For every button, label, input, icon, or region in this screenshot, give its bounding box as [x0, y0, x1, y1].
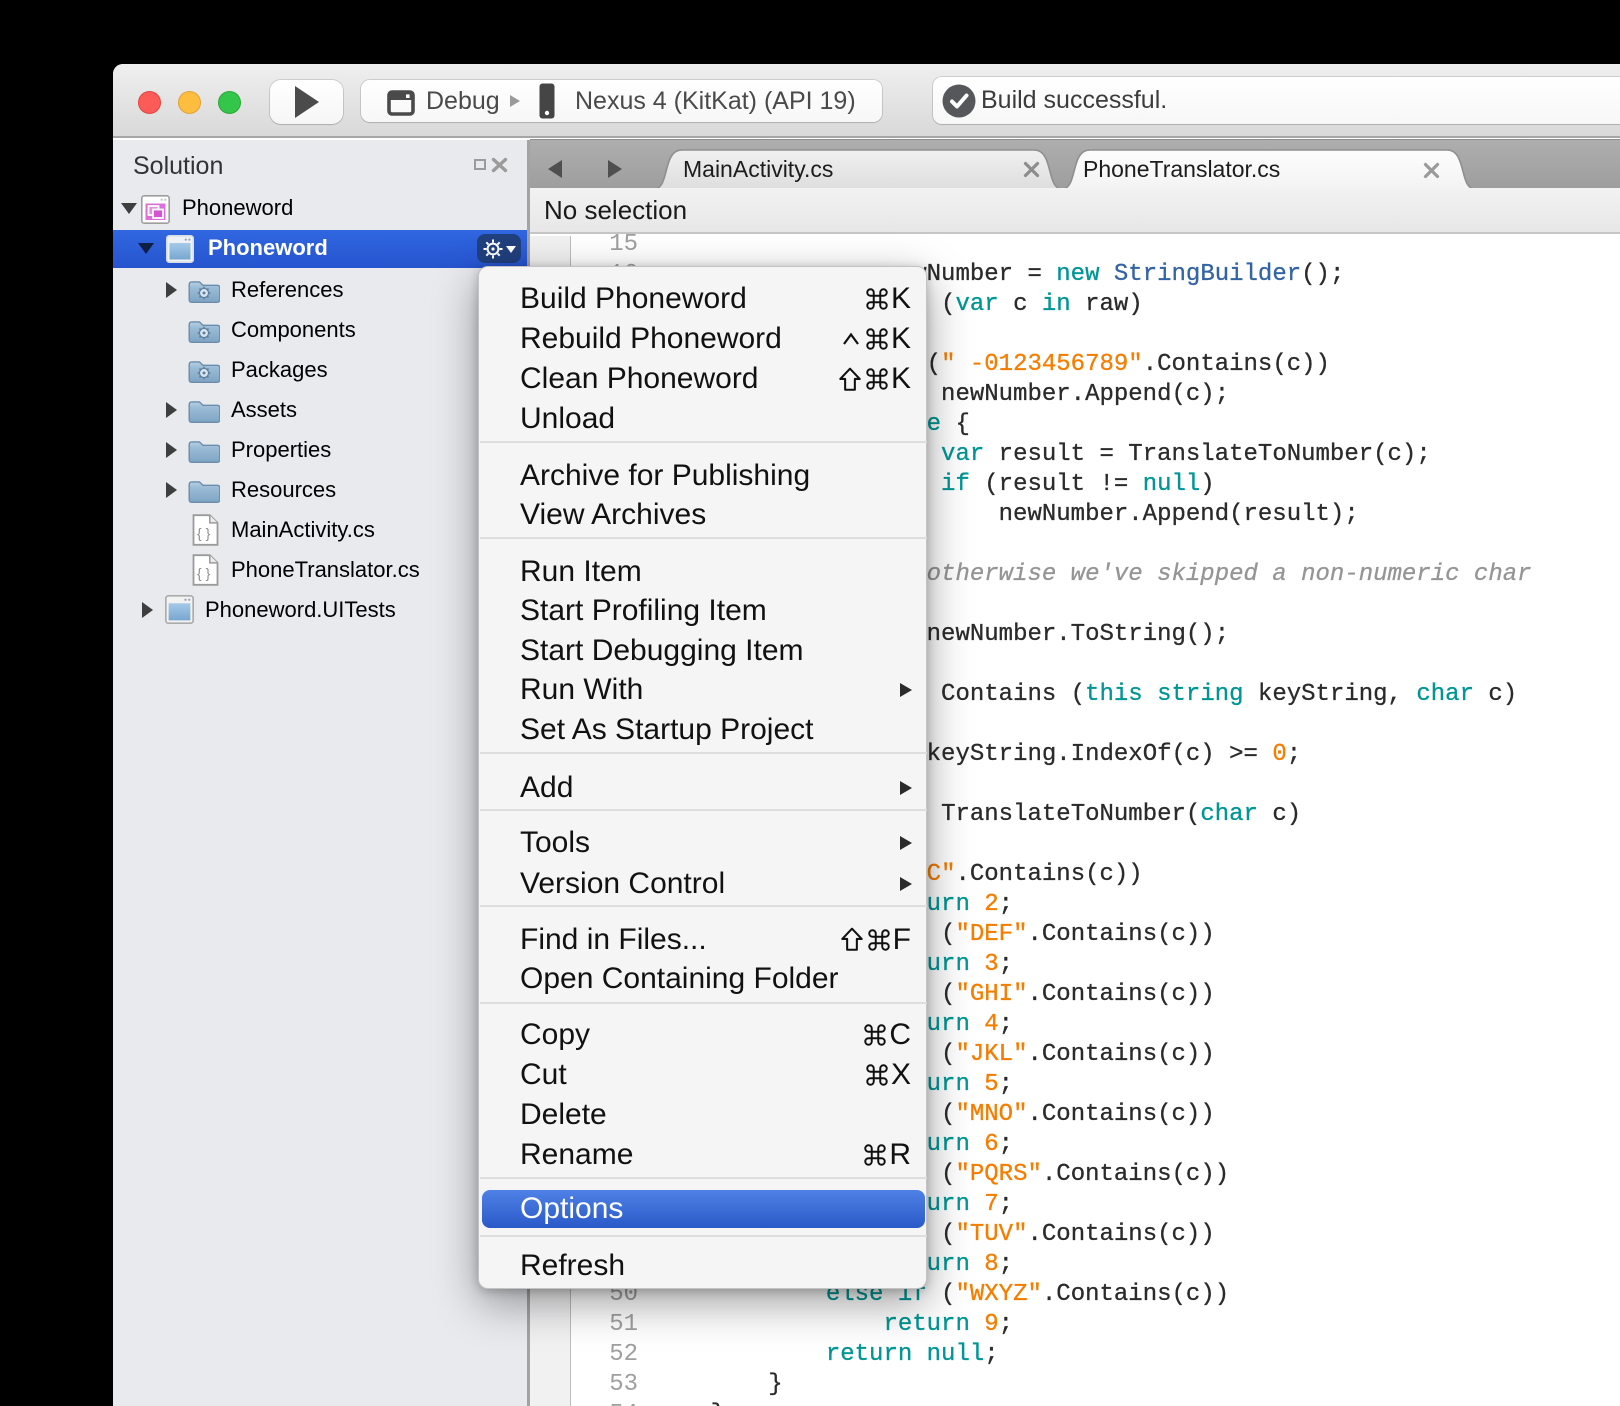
svg-text:{ }: { }	[197, 565, 211, 581]
svg-text:{ }: { }	[197, 525, 211, 541]
